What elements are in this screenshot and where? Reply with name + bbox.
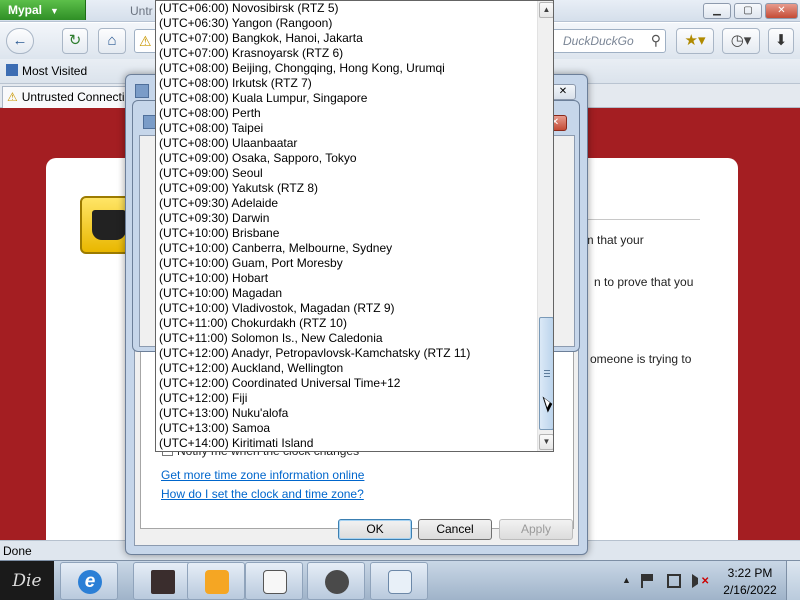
cancel-button[interactable]: Cancel <box>418 519 492 540</box>
time-zone-option[interactable]: (UTC+12:00) Coordinated Universal Time+1… <box>156 376 537 391</box>
taskbar: Die e ▲ ✕ 3:22 PM 2/16/2022 <box>0 560 800 600</box>
minimize-button[interactable]: ▁ <box>703 3 731 19</box>
folder-icon <box>151 570 175 594</box>
raccoon-icon <box>325 570 349 594</box>
time-zone-option[interactable]: (UTC+09:30) Adelaide <box>156 196 537 211</box>
tab-untrusted-connection[interactable]: ⚠ Untrusted Connection <box>2 86 132 108</box>
grip-icon <box>544 370 550 377</box>
time-zone-option[interactable]: (UTC+08:00) Ulaanbaatar <box>156 136 537 151</box>
maximize-button[interactable]: ▢ <box>734 3 762 19</box>
time-zone-option[interactable]: (UTC+06:00) Novosibirsk (RTZ 5) <box>156 1 537 16</box>
bookmark-folder-icon <box>6 64 18 76</box>
show-hidden-icons-icon[interactable]: ▲ <box>622 575 631 585</box>
time-zone-option[interactable]: (UTC+12:00) Auckland, Wellington <box>156 361 537 376</box>
close-window-button[interactable]: ✕ <box>765 3 798 19</box>
back-button[interactable]: ← <box>6 28 34 54</box>
time-zone-option[interactable]: (UTC+07:00) Krasnoyarsk (RTZ 6) <box>156 46 537 61</box>
time-zone-option[interactable]: (UTC+07:00) Bangkok, Hanoi, Jakarta <box>156 31 537 46</box>
show-desktop-button[interactable] <box>786 561 800 600</box>
date-time-taskbar-button[interactable] <box>370 562 428 600</box>
network-icon[interactable] <box>667 574 681 588</box>
time-zone-option[interactable]: (UTC+09:00) Osaka, Sapporo, Tokyo <box>156 151 537 166</box>
download-button[interactable]: ⬇ <box>768 28 794 54</box>
playing-card-icon <box>263 570 287 594</box>
status-text: Done <box>3 544 32 558</box>
history-button[interactable]: ◷▾ <box>722 28 760 54</box>
time-zone-option[interactable]: (UTC+10:00) Brisbane <box>156 226 537 241</box>
reload-button[interactable]: ↻ <box>62 28 88 54</box>
time-zone-option[interactable]: (UTC+11:00) Chokurdakh (RTZ 10) <box>156 316 537 331</box>
search-input[interactable]: DuckDuckGo ⚲ <box>550 29 666 53</box>
more-info-link[interactable]: Get more time zone information online <box>161 468 364 482</box>
time-zone-option[interactable]: (UTC+11:00) Solomon Is., New Caledonia <box>156 331 537 346</box>
time-zone-option[interactable]: (UTC+10:00) Vladivostok, Magadan (RTZ 9) <box>156 301 537 316</box>
start-button[interactable]: Die <box>0 561 54 600</box>
search-icon[interactable]: ⚲ <box>651 32 661 49</box>
time-zone-option[interactable]: (UTC+09:00) Yakutsk (RTZ 8) <box>156 181 537 196</box>
solitaire-taskbar-button[interactable] <box>245 562 303 600</box>
time-zone-option[interactable]: (UTC+14:00) Kiritimati Island <box>156 436 537 451</box>
time-zone-option[interactable]: (UTC+08:00) Irkutsk (RTZ 7) <box>156 76 537 91</box>
home-button[interactable]: ⌂ <box>98 28 126 54</box>
ok-button[interactable]: OK <box>338 519 412 540</box>
tab-label: Untrusted Connection <box>21 90 132 104</box>
bookmarks-button[interactable]: ★▾ <box>676 28 714 54</box>
window-title: Untr <box>130 4 153 18</box>
scroll-up-arrow-icon[interactable]: ▲ <box>539 2 553 18</box>
action-center-flag-icon[interactable] <box>641 574 655 588</box>
app-menu-button[interactable]: Mypal ▼ <box>0 0 86 20</box>
scrollbar[interactable]: ▲ ▼ <box>537 1 553 451</box>
scroll-down-arrow-icon[interactable]: ▼ <box>539 434 553 450</box>
muted-icon: ✕ <box>701 576 710 587</box>
chevron-down-icon: ▼ <box>50 6 59 16</box>
time-zone-option[interactable]: (UTC+12:00) Anadyr, Petropavlovsk-Kamcha… <box>156 346 537 361</box>
raccoon-taskbar-button[interactable] <box>307 562 365 600</box>
time-zone-option[interactable]: (UTC+06:30) Yangon (Rangoon) <box>156 16 537 31</box>
help-link[interactable]: How do I set the clock and time zone? <box>161 487 364 501</box>
clock-time[interactable]: 3:22 PM <box>722 566 778 580</box>
warning-icon: ⚠ <box>7 90 18 104</box>
time-zone-option[interactable]: (UTC+09:30) Darwin <box>156 211 537 226</box>
time-zone-option[interactable]: (UTC+10:00) Hobart <box>156 271 537 286</box>
time-zone-option[interactable]: (UTC+08:00) Taipei <box>156 121 537 136</box>
time-zone-option[interactable]: (UTC+10:00) Magadan <box>156 286 537 301</box>
time-zone-option[interactable]: (UTC+10:00) Canberra, Melbourne, Sydney <box>156 241 537 256</box>
clock-date[interactable]: 2/16/2022 <box>722 583 778 597</box>
time-zone-option[interactable]: (UTC+13:00) Nuku'alofa <box>156 406 537 421</box>
media-player-taskbar-button[interactable] <box>187 562 245 600</box>
most-visited-bookmark[interactable]: Most Visited <box>6 64 87 78</box>
folder-taskbar-button[interactable] <box>133 562 191 600</box>
media-player-icon <box>205 570 229 594</box>
scroll-thumb[interactable] <box>539 317 553 430</box>
page-text: omeone is trying to <box>590 352 692 366</box>
calendar-clock-icon <box>388 570 412 594</box>
time-zone-option[interactable]: (UTC+12:00) Fiji <box>156 391 537 406</box>
warning-icon: ⚠ <box>139 33 152 49</box>
internet-explorer-icon: e <box>78 570 102 594</box>
app-menu-label: Mypal <box>8 3 43 17</box>
page-text: n to prove that you <box>594 275 694 289</box>
most-visited-label: Most Visited <box>22 64 88 78</box>
time-zone-dropdown-list[interactable]: (UTC+06:00) Novosibirsk (RTZ 5) (UTC+06:3… <box>155 0 554 452</box>
time-zone-option[interactable]: (UTC+13:00) Samoa <box>156 421 537 436</box>
apply-button[interactable]: Apply <box>499 519 573 540</box>
time-zone-option[interactable]: (UTC+10:00) Guam, Port Moresby <box>156 256 537 271</box>
search-placeholder: DuckDuckGo <box>563 34 634 48</box>
time-zone-option[interactable]: (UTC+08:00) Beijing, Chongqing, Hong Kon… <box>156 61 537 76</box>
time-zone-option[interactable]: (UTC+08:00) Kuala Lumpur, Singapore <box>156 91 537 106</box>
time-zone-option[interactable]: (UTC+09:00) Seoul <box>156 166 537 181</box>
time-zone-options: (UTC+06:00) Novosibirsk (RTZ 5) (UTC+06:3… <box>156 1 537 451</box>
clock-icon <box>135 84 149 98</box>
time-zone-option[interactable]: (UTC+08:00) Perth <box>156 106 537 121</box>
internet-explorer-taskbar-button[interactable]: e <box>60 562 118 600</box>
